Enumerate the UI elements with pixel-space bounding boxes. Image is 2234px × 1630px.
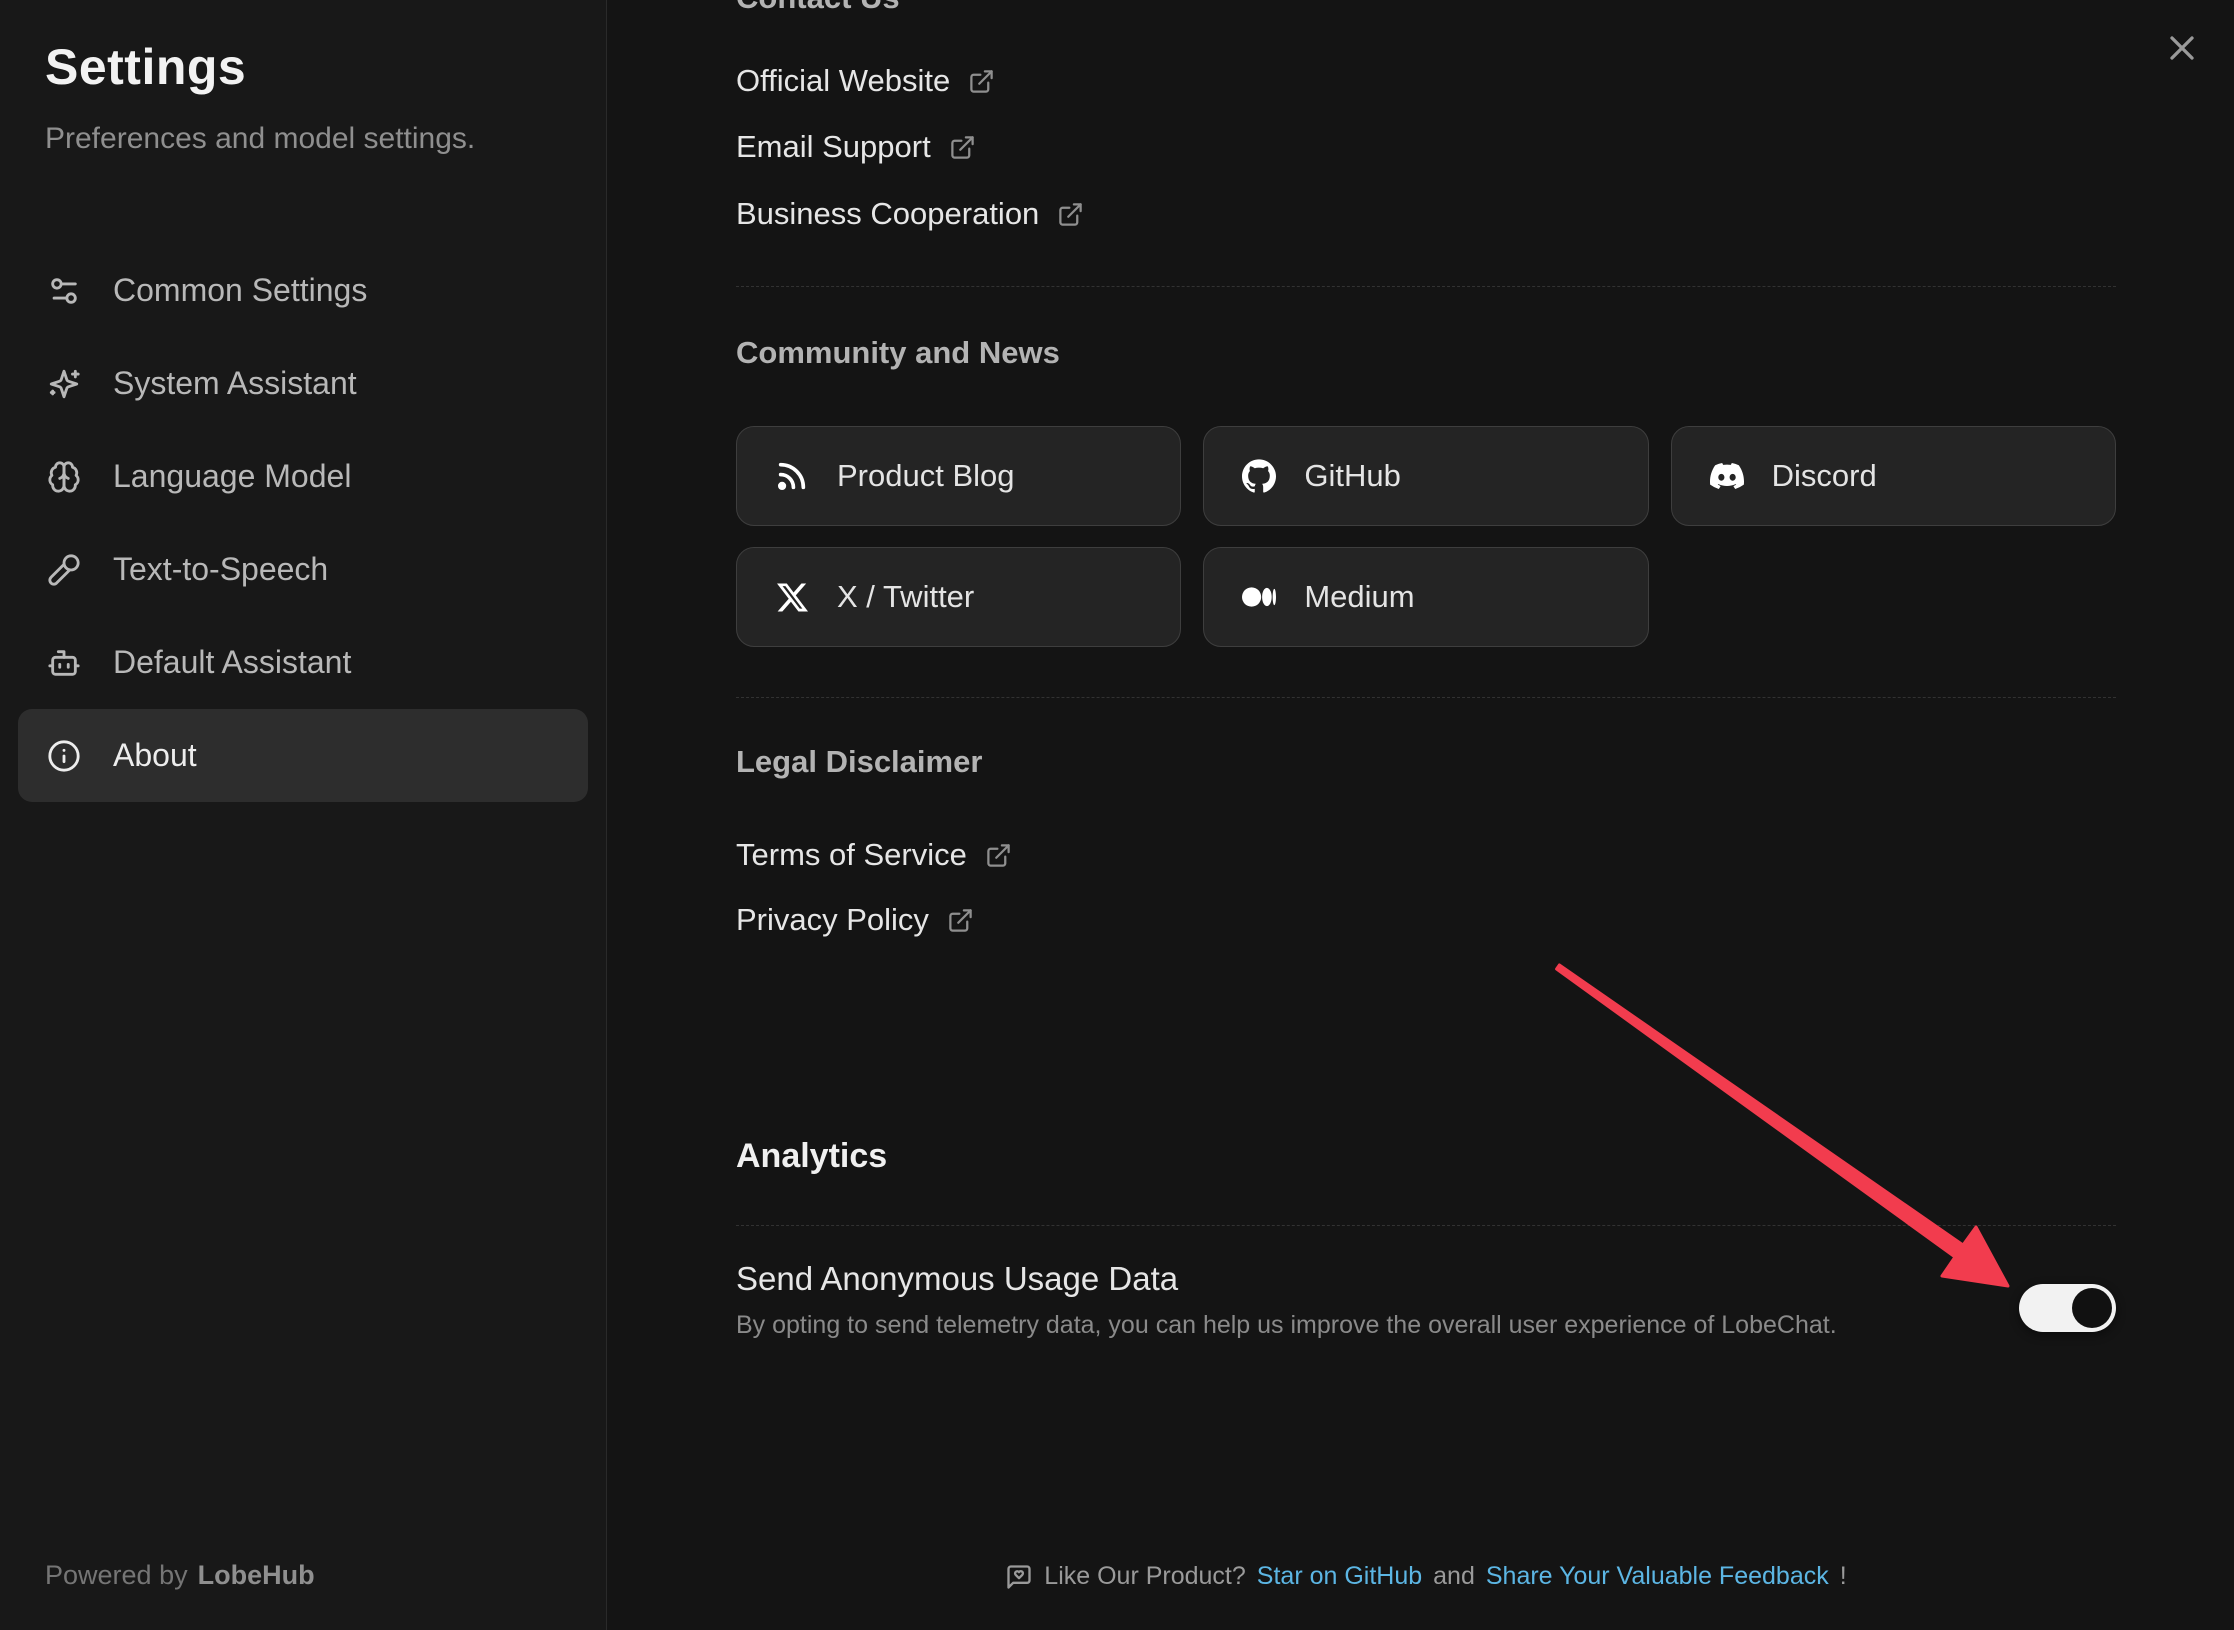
message-heart-icon [1005, 1563, 1033, 1591]
rss-icon [773, 457, 811, 495]
mic-icon [47, 553, 81, 587]
sidebar-item-label: Text-to-Speech [113, 551, 328, 588]
settings-modal: Settings Preferences and model settings.… [0, 0, 2234, 1630]
sidebar-item-about[interactable]: About [18, 709, 588, 802]
terms-of-service-link[interactable]: Terms of Service [736, 835, 1012, 875]
sparkles-icon [47, 367, 81, 401]
powered-by: Powered by LobeHub [45, 1560, 315, 1591]
github-icon [1240, 457, 1278, 495]
sidebar-menu: Common Settings System Assistant Languag… [18, 244, 588, 802]
sidebar-item-default-assistant[interactable]: Default Assistant [18, 616, 588, 709]
external-link-icon [947, 907, 974, 934]
sidebar-item-label: Common Settings [113, 272, 367, 309]
contact-us-heading: Contact Us [736, 0, 900, 18]
info-icon [47, 739, 81, 773]
bot-icon [47, 646, 81, 680]
send-usage-data-toggle[interactable] [2019, 1284, 2116, 1332]
discord-icon [1708, 457, 1746, 495]
section-divider [736, 286, 2116, 287]
external-link-icon [1057, 201, 1084, 228]
legal-heading: Legal Disclaimer [736, 742, 982, 782]
footer: Like Our Product? Star on GitHub and Sha… [736, 1562, 2116, 1591]
section-divider [736, 1225, 2116, 1226]
sidebar-item-system-assistant[interactable]: System Assistant [18, 337, 588, 430]
email-support-link[interactable]: Email Support [736, 127, 976, 167]
analytics-heading: Analytics [736, 1132, 887, 1180]
brain-icon [47, 460, 81, 494]
sidebar-item-label: Language Model [113, 458, 351, 495]
close-button[interactable] [2158, 24, 2206, 72]
medium-icon [1240, 578, 1278, 616]
sidebar-item-common-settings[interactable]: Common Settings [18, 244, 588, 337]
sliders-icon [47, 274, 81, 308]
section-divider [736, 697, 2116, 698]
footer-suffix: ! [1840, 1562, 1847, 1591]
discord-button[interactable]: Discord [1671, 426, 2116, 526]
community-buttons: Product Blog GitHub Discord [736, 426, 2116, 647]
page-subtitle: Preferences and model settings. [45, 122, 475, 156]
page-title: Settings [45, 38, 246, 96]
github-button[interactable]: GitHub [1203, 426, 1648, 526]
medium-button[interactable]: Medium [1203, 547, 1648, 647]
sidebar-item-text-to-speech[interactable]: Text-to-Speech [18, 523, 588, 616]
settings-content: Contact Us Official Website Email Suppor… [608, 0, 2234, 1630]
product-blog-button[interactable]: Product Blog [736, 426, 1181, 526]
external-link-icon [985, 842, 1012, 869]
x-twitter-button[interactable]: X / Twitter [736, 547, 1181, 647]
external-link-icon [949, 134, 976, 161]
footer-conjunction: and [1433, 1562, 1475, 1591]
sidebar-item-label: About [113, 737, 197, 774]
community-heading: Community and News [736, 333, 1060, 373]
sidebar-item-language-model[interactable]: Language Model [18, 430, 588, 523]
x-twitter-icon [773, 578, 811, 616]
share-feedback-link[interactable]: Share Your Valuable Feedback [1486, 1562, 1829, 1591]
lobehub-brand[interactable]: LobeHub [198, 1560, 315, 1590]
official-website-link[interactable]: Official Website [736, 61, 995, 101]
external-link-icon [968, 68, 995, 95]
powered-by-text: Powered by [45, 1560, 188, 1590]
sidebar: Settings Preferences and model settings.… [0, 0, 607, 1630]
footer-prefix: Like Our Product? [1044, 1562, 1246, 1591]
sidebar-item-label: System Assistant [113, 365, 357, 402]
toggle-knob [2072, 1288, 2112, 1328]
sidebar-item-label: Default Assistant [113, 644, 351, 681]
close-icon [2162, 28, 2202, 68]
send-usage-data-label: Send Anonymous Usage Data [736, 1257, 1178, 1301]
send-usage-data-description: By opting to send telemetry data, you ca… [736, 1307, 1837, 1343]
privacy-policy-link[interactable]: Privacy Policy [736, 900, 974, 940]
star-on-github-link[interactable]: Star on GitHub [1257, 1562, 1422, 1591]
business-cooperation-link[interactable]: Business Cooperation [736, 194, 1084, 234]
